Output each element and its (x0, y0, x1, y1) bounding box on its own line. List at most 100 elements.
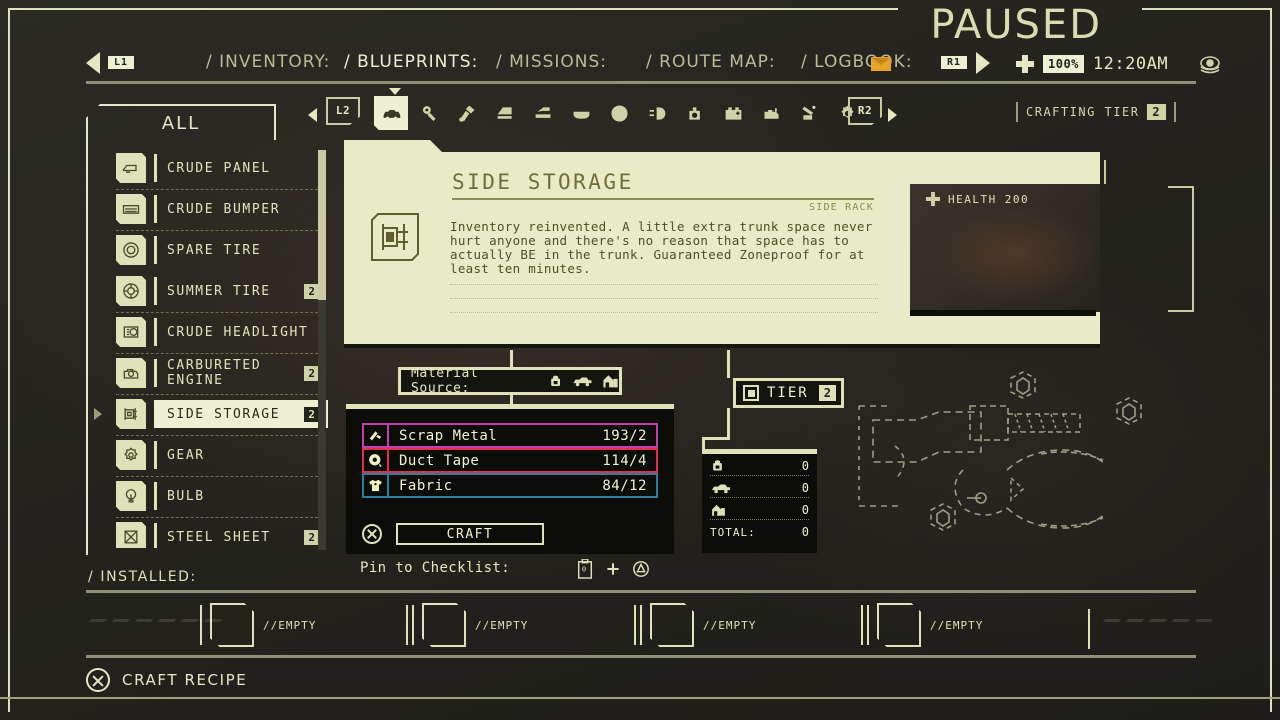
category-battery-icon[interactable] (716, 96, 750, 130)
list-item[interactable]: GEAR (88, 435, 328, 475)
list-item[interactable]: CARBURETED ENGINE 2 (88, 353, 328, 393)
detail-dotted-line (450, 284, 878, 285)
nav-prev-arrow[interactable] (86, 52, 100, 74)
tab-logbook[interactable]: / LOGBOOK: (801, 52, 913, 72)
envelope-icon[interactable] (871, 57, 891, 71)
material-row-duct-tape[interactable]: Duct Tape 114/4 (362, 448, 658, 473)
list-scrollbar-thumb[interactable] (318, 150, 326, 300)
material-count: 193/2 (602, 427, 647, 444)
list-item[interactable]: CRUDE PANEL (88, 148, 328, 188)
list-item-badge: 2 (304, 529, 319, 545)
health-underbar (910, 310, 1096, 316)
detail-dotted-line (450, 312, 878, 313)
material-count: 114/4 (602, 452, 647, 469)
slot-state: //EMPTY (263, 618, 317, 632)
installed-slot-01[interactable]: 01 //EMPTY (200, 603, 316, 647)
list-divider (116, 353, 318, 354)
list-item-badge: 2 (304, 406, 319, 422)
crude-bumper-icon (116, 194, 146, 224)
clipboard-icon[interactable]: 0 (576, 559, 594, 579)
blueprint-list[interactable]: CRUDE PANEL CRUDE BUMPER SPARE TIRE SUMM… (88, 148, 328, 548)
selected-row-caret (94, 408, 102, 420)
backpack-icon (713, 460, 722, 471)
slot-bars (861, 605, 869, 645)
category-next-arrow[interactable] (888, 108, 897, 122)
category-spray-paint-icon[interactable] (450, 96, 484, 130)
material-source-bar: Material Source: (398, 366, 622, 396)
health-value: 200 (1004, 192, 1030, 206)
installed-slot-03[interactable]: 03 //EMPTY (634, 603, 756, 647)
list-item[interactable]: BULB (88, 476, 328, 516)
craft-button[interactable]: CRAFT (396, 523, 544, 545)
tier-value: 2 (818, 385, 836, 401)
category-oil-can-icon[interactable] (678, 96, 712, 130)
list-item-label: CRUDE BUMPER (167, 201, 281, 217)
hatch-decoration-right (1102, 619, 1214, 622)
tab-inventory[interactable]: / INVENTORY: (206, 52, 330, 72)
category-antenna-icon[interactable] (792, 96, 826, 130)
side-storage-icon (116, 399, 146, 429)
category-tire-icon[interactable] (602, 96, 636, 130)
category-car-body-icon[interactable] (374, 96, 408, 130)
detail-card-tab (344, 140, 444, 154)
category-bumper-icon[interactable] (564, 96, 598, 130)
tab-blueprints[interactable]: / BLUEPRINTS: (344, 52, 478, 72)
backpack-icon[interactable] (548, 373, 563, 389)
installed-slot-02[interactable]: 02 //EMPTY (406, 603, 528, 647)
crude-panel-icon (116, 153, 146, 183)
slot-bars (634, 605, 642, 645)
nav-next-arrow[interactable] (976, 52, 990, 74)
slot-bars (200, 605, 202, 645)
list-item-label: CRUDE HEADLIGHT (167, 324, 309, 340)
car-icon[interactable] (572, 373, 593, 389)
list-item[interactable]: STEEL SHEET 2 (88, 517, 328, 548)
cancel-circle-icon[interactable] (86, 668, 110, 692)
home-icon[interactable] (602, 373, 619, 389)
list-item-label: GEAR (167, 447, 205, 463)
nav-underline-left (86, 81, 471, 84)
count-value: 0 (801, 458, 809, 473)
crafting-tier-indicator: CRAFTING TIER 2 (1016, 102, 1177, 122)
category-prev-arrow[interactable] (308, 108, 317, 122)
tab-route-map[interactable]: / ROUTE MAP: (646, 52, 776, 72)
scrap-metal-icon (364, 423, 389, 448)
material-name: Duct Tape (399, 452, 480, 469)
sidebar-item-side-storage[interactable]: SIDE STORAGE 2 (88, 394, 328, 434)
clock-label: 12:20AM (1092, 54, 1169, 74)
category-seat-icon[interactable] (526, 96, 560, 130)
category-car-door-icon[interactable] (488, 96, 522, 130)
slot-card[interactable]: 04 (877, 603, 921, 647)
top-right-status: 100% 12:20AM (1016, 54, 1168, 74)
list-item[interactable]: SUMMER TIRE 2 (88, 271, 328, 311)
crude-headlight-icon (116, 317, 146, 347)
cancel-circle-icon[interactable] (362, 524, 382, 544)
health-frame-bracket (1168, 186, 1194, 312)
installed-slot-04[interactable]: 04 //EMPTY (861, 603, 983, 647)
list-scrollbar[interactable] (318, 150, 326, 550)
material-row-fabric[interactable]: Fabric 84/12 (362, 473, 658, 498)
category-headlight-icon[interactable] (640, 96, 674, 130)
category-engine-icon[interactable] (754, 96, 788, 130)
duct-tape-icon (364, 448, 389, 473)
list-item[interactable]: SPARE TIRE (88, 230, 328, 270)
category-nuts-bolts-icon[interactable] (412, 96, 446, 130)
triangle-button-icon[interactable] (632, 560, 650, 578)
plus-icon[interactable] (605, 561, 621, 577)
slot-card[interactable]: 02 (422, 603, 466, 647)
list-item[interactable]: CRUDE BUMPER (88, 189, 328, 229)
spare-tire-icon (116, 235, 146, 265)
tab-missions[interactable]: / MISSIONS: (496, 52, 607, 72)
filter-tab-all[interactable]: ALL (86, 104, 276, 140)
health-panel: HEALTH 200 (910, 184, 1100, 312)
blueprint-decoration (845, 358, 1185, 558)
slot-card[interactable]: 03 (650, 603, 694, 647)
health-cross-icon (926, 192, 940, 206)
material-row-scrap-metal[interactable]: Scrap Metal 193/2 (362, 423, 658, 448)
slot-card[interactable]: 01 (210, 603, 254, 647)
material-count: 84/12 (602, 477, 647, 494)
fuel-plus-icon (1016, 55, 1034, 73)
fabric-icon (364, 473, 389, 498)
list-item[interactable]: CRUDE HEADLIGHT (88, 312, 328, 352)
eye-icon[interactable] (1196, 50, 1224, 78)
home-icon (712, 504, 725, 516)
